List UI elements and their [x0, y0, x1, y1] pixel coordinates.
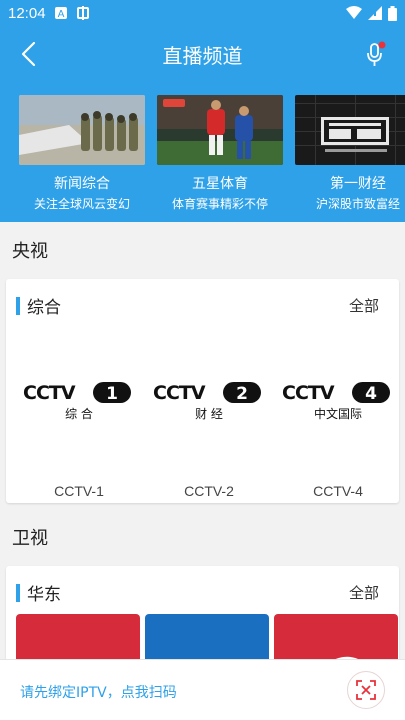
cctv2-logo[interactable]: CCTV 2 财 经 [151, 379, 267, 421]
cctv1-logo[interactable]: CCTV 1 综 合 [21, 379, 137, 421]
featured-subtitle: 体育赛事精彩不停 [171, 197, 268, 211]
svg-text:A: A [57, 9, 64, 20]
status-time: 12:04 [8, 4, 46, 22]
svg-text:CCTV: CCTV [282, 382, 335, 404]
app-bar: 直播频道 [0, 26, 405, 82]
cctv1-logo-number: 1 [106, 384, 118, 404]
channel-card-general: 综合 全部 CCTV 1 综 合 CCTV 2 财 经 CCTV 4 中文国际 … [6, 279, 399, 503]
card-accent-bar [16, 296, 20, 315]
status-bar: 12:04 A [0, 0, 405, 26]
a-box-icon: A [54, 7, 67, 20]
bind-iptv-bar[interactable]: 请先绑定IPTV，点我扫码 [0, 659, 405, 720]
featured-name: 第一财经 [330, 176, 386, 192]
section-title-cctv: 央视 [12, 241, 48, 262]
card-title: 华东 [27, 585, 61, 605]
featured-thumbnail-sports [157, 95, 283, 165]
card-title: 综合 [27, 298, 61, 318]
battery-icon [388, 5, 397, 21]
app-icon [76, 6, 89, 20]
scan-qr-icon [356, 680, 376, 700]
page-title: 直播频道 [162, 44, 243, 68]
card-header: 华东 [16, 580, 61, 605]
channel-label[interactable]: CCTV-4 [280, 483, 396, 499]
card-header: 综合 [16, 293, 61, 318]
bind-iptv-prompt[interactable]: 请先绑定IPTV，点我扫码 [20, 682, 177, 702]
featured-channels-carousel[interactable]: 新闻综合 关注全球风云变幻 五星体育 体育赛事精彩不停 第一财经 沪深股市致富经 [0, 82, 405, 222]
channel-label[interactable]: CCTV-1 [21, 483, 137, 499]
cctv2-logo-number: 2 [236, 384, 248, 404]
scan-qr-button[interactable] [347, 671, 385, 709]
card-accent-bar [16, 583, 20, 602]
featured-subtitle: 关注全球风云变幻 [33, 197, 130, 211]
cctv2-logo-caption: 财 经 [195, 407, 223, 421]
cctv4-logo-caption: 中文国际 [314, 406, 362, 421]
cctv4-logo-number: 4 [365, 384, 377, 404]
svg-text:CCTV: CCTV [153, 382, 206, 404]
cctv4-logo[interactable]: CCTV 4 中文国际 [280, 379, 396, 421]
svg-text:CCTV: CCTV [23, 382, 76, 404]
featured-name: 五星体育 [192, 176, 248, 192]
featured-item-sports[interactable]: 五星体育 体育赛事精彩不停 [157, 95, 283, 212]
cctv1-logo-caption: 综 合 [65, 406, 93, 421]
featured-thumbnail-finance [295, 95, 405, 165]
status-indicators [346, 5, 397, 21]
featured-item-news[interactable]: 新闻综合 关注全球风云变幻 [19, 95, 145, 212]
featured-thumbnail-news [19, 95, 145, 165]
microphone-icon[interactable] [363, 40, 387, 68]
signal-icon [368, 6, 382, 20]
featured-item-finance[interactable]: 第一财经 沪深股市致富经 [295, 95, 405, 212]
featured-name: 新闻综合 [54, 176, 110, 192]
channel-label[interactable]: CCTV-2 [151, 483, 267, 499]
view-all-link[interactable]: 全部 [349, 582, 379, 603]
featured-subtitle: 沪深股市致富经 [315, 197, 400, 211]
section-title-satellite: 卫视 [12, 528, 48, 549]
wifi-icon [346, 6, 362, 19]
view-all-link[interactable]: 全部 [349, 295, 379, 316]
